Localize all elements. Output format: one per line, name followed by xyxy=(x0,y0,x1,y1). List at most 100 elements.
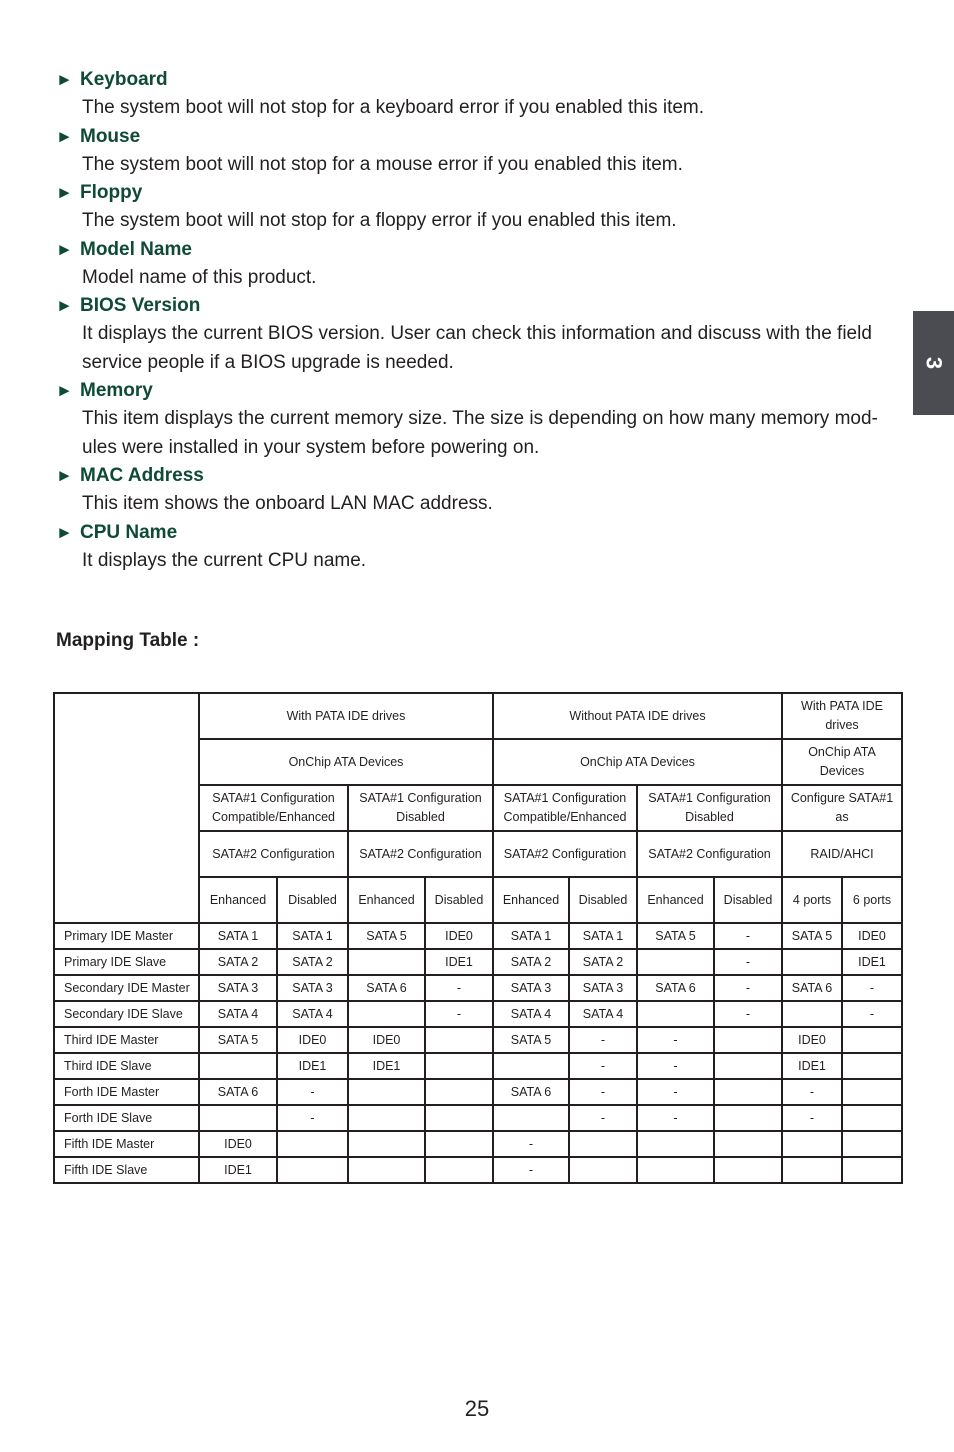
header-cell: OnChip ATA Devices xyxy=(492,738,783,786)
table-cell xyxy=(841,1078,903,1106)
table-cell: IDE1 xyxy=(276,1052,349,1080)
table-cell: - xyxy=(713,922,783,950)
row-label: Third IDE Master xyxy=(53,1026,200,1054)
item-bios-version: ► BIOS Version It displays the current BI… xyxy=(56,292,906,377)
table-cell xyxy=(568,1130,638,1158)
table-cell: SATA 5 xyxy=(636,922,715,950)
table-cell: - xyxy=(492,1130,570,1158)
table-cell: SATA 5 xyxy=(198,1026,278,1054)
header-cell: SATA#2 Configuration xyxy=(492,830,638,878)
item-model-name: ► Model Name Model name of this product. xyxy=(56,236,906,293)
table-row: Secondary IDE Master SATA 3 SATA 3 SATA 6-S… xyxy=(53,974,903,1002)
item-mouse: ► Mouse The system boot will not stop for… xyxy=(56,123,906,180)
table-cell xyxy=(424,1026,494,1054)
table-cell: - xyxy=(424,1000,494,1028)
table-cell: IDE0 xyxy=(841,922,903,950)
table-cell xyxy=(347,948,426,976)
table-cell xyxy=(713,1026,783,1054)
table-cell: IDE0 xyxy=(424,922,494,950)
table-cell: SATA 4 xyxy=(568,1000,638,1028)
header-cell: RAID/AHCI xyxy=(781,830,903,878)
row-label: Primary IDE Master xyxy=(53,922,200,950)
table-cell: - xyxy=(568,1052,638,1080)
table-cell: SATA 1 xyxy=(198,922,278,950)
page-number: 25 xyxy=(464,1396,490,1421)
table-row: Forth IDE Slave - - - - xyxy=(53,1104,903,1132)
header-cell: SATA#1 Configuration Compatible/Enhanced xyxy=(492,784,638,832)
table-row: Primary IDE Master SATA 1 SATA 1 SATA 5 IDE0… xyxy=(53,922,903,950)
arrow-bullet-icon: ► xyxy=(56,70,73,89)
table-cell xyxy=(276,1156,349,1184)
table-row: Primary IDE Slave SATA 2 SATA 2 IDE1 SATA 2S… xyxy=(53,948,903,976)
table-cell: SATA 2 xyxy=(492,948,570,976)
header-cell: Disabled xyxy=(424,876,494,924)
table-cell: - xyxy=(636,1052,715,1080)
table-cell xyxy=(424,1130,494,1158)
item-description: Model name of this product. xyxy=(82,266,317,288)
row-label: Secondary IDE Master xyxy=(53,974,200,1002)
table-cell xyxy=(276,1130,349,1158)
item-description: The system boot will not stop for a keyb… xyxy=(82,97,705,118)
item-title: Keyboard xyxy=(80,69,168,90)
table-cell: SATA 1 xyxy=(492,922,570,950)
table-cell: IDE1 xyxy=(198,1156,278,1184)
item-description: This item shows the onboard LAN MAC addr… xyxy=(82,493,493,514)
arrow-bullet-icon: ► xyxy=(56,522,73,542)
mapping-table-title: Mapping Table : xyxy=(56,630,200,651)
header-cell: SATA#1 Configuration Disabled xyxy=(347,784,494,832)
table-cell: - xyxy=(713,974,783,1002)
table-cell: - xyxy=(636,1104,715,1132)
table-cell xyxy=(347,1104,426,1132)
table-cell xyxy=(424,1156,494,1184)
table-cell xyxy=(636,1000,715,1028)
table-cell xyxy=(492,1104,570,1132)
header-cell: Disabled xyxy=(276,876,349,924)
row-label: Fifth IDE Master xyxy=(53,1130,200,1158)
table-cell xyxy=(347,1000,426,1028)
header-cell: 4 ports xyxy=(781,876,843,924)
item-list: ► Keyboard The system boot will not stop … xyxy=(56,66,906,575)
item-description: This item displays the current memory si… xyxy=(82,408,878,458)
item-description: The system boot will not stop for a flop… xyxy=(82,210,677,231)
table-cell: IDE0 xyxy=(198,1130,278,1158)
chapter-number: 3 xyxy=(921,356,947,370)
item-mac-address: ► MAC Address This item shows the onboard… xyxy=(56,462,906,519)
table-cell: SATA 2 xyxy=(276,948,349,976)
table-cell xyxy=(713,1130,783,1158)
item-description: The system boot will not stop for a mous… xyxy=(82,153,683,175)
header-cell: Enhanced xyxy=(198,876,278,924)
header-cell: With PATA IDE drives xyxy=(781,692,903,740)
table-cell: IDE0 xyxy=(276,1026,349,1054)
header-cell: Enhanced xyxy=(347,876,426,924)
table-cell: - xyxy=(781,1104,843,1132)
table-cell xyxy=(841,1104,903,1132)
arrow-bullet-icon: ► xyxy=(56,381,73,400)
table-cell xyxy=(841,1052,903,1080)
table-cell xyxy=(347,1130,426,1158)
table-cell: SATA 4 xyxy=(276,1000,349,1028)
table-cell: IDE1 xyxy=(424,948,494,976)
item-keyboard: ► Keyboard The system boot will not stop … xyxy=(56,66,906,123)
arrow-bullet-icon: ► xyxy=(56,466,73,485)
table-cell xyxy=(424,1052,494,1080)
table-cell: - xyxy=(276,1078,349,1106)
table-cell: - xyxy=(568,1104,638,1132)
table-cell: IDE1 xyxy=(841,948,903,976)
chapter-tab: 3 xyxy=(913,311,954,415)
item-description: It displays the current CPU name. xyxy=(82,549,367,571)
table-row: Fifth IDE Master IDE0 - xyxy=(53,1130,903,1158)
table-cell: - xyxy=(841,1000,903,1028)
table-cell: SATA 6 xyxy=(347,974,426,1002)
item-floppy: ► Floppy The system boot will not stop fo… xyxy=(56,179,906,236)
mapping-table: With PATA IDE drives Without PATA IDE dr… xyxy=(53,692,903,1184)
table-cell: SATA 6 xyxy=(198,1078,278,1106)
table-row: Fifth IDE Slave IDE1 - xyxy=(53,1156,903,1184)
table-cell: IDE0 xyxy=(781,1026,843,1054)
header-cell: SATA#2 Configuration xyxy=(347,830,494,878)
table-cell xyxy=(424,1104,494,1132)
table-cell xyxy=(198,1104,278,1132)
header-cell: SATA#2 Configuration xyxy=(198,830,349,878)
header-cell: Enhanced xyxy=(492,876,570,924)
table-row: Third IDE Slave IDE1 IDE1- - IDE1 xyxy=(53,1052,903,1080)
table-cell: SATA 5 xyxy=(492,1026,570,1054)
